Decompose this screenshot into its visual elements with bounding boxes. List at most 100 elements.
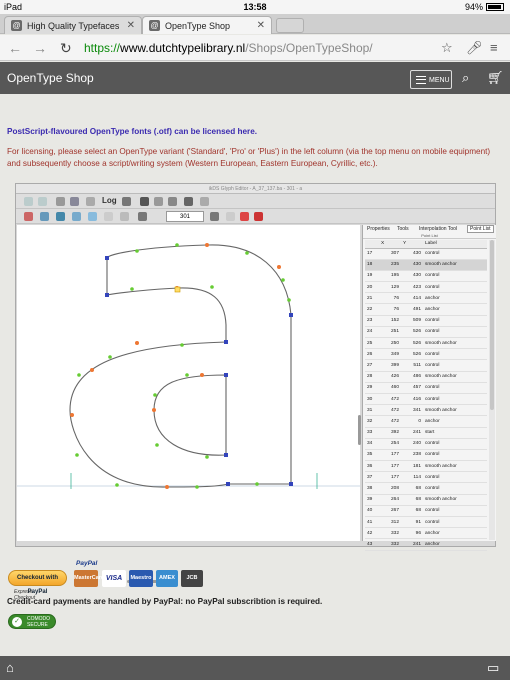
jcb-logo: JCB [181,570,203,587]
point-index: 43 [365,538,379,551]
point-row: 38 208 68 control [365,482,487,495]
point-row: 18 235 430 smooth anchor [365,259,487,271]
url-scheme: https:// [84,41,121,55]
log-label: Log [102,196,117,205]
microphone-icon[interactable]: 🎤︎ [466,40,483,56]
point-index: 35 [365,449,379,462]
font-icon [184,197,193,206]
metrics-icon [154,197,163,206]
point-y: 491 [401,303,423,316]
point-x: 472 [379,393,401,406]
forward-arrow-icon[interactable]: → [33,40,47,56]
point-label: control [423,348,487,361]
tool-icon [40,212,49,221]
shopping-cart-icon[interactable]: 🛒︎ [487,70,504,86]
point-y: 414 [401,292,423,305]
point-index: 29 [365,382,379,394]
point-label: control [423,505,487,518]
point-y: 430 [401,270,423,283]
new-tab-button[interactable] [276,18,304,33]
point-label: anchor [423,415,487,428]
screen-icon[interactable]: ▭ [487,660,499,676]
close-tab-icon[interactable]: ✕ [127,20,135,31]
point-row: 40 267 68 control [365,505,487,518]
point-index: 18 [365,259,379,271]
tool-icon [254,212,263,221]
point-x: 208 [379,482,401,495]
back-arrow-icon[interactable]: ← [8,40,22,56]
search-icon[interactable]: ⌕ [462,70,469,86]
tool-icon [88,212,97,221]
menu-button[interactable]: MENU [410,70,452,89]
point-index: 22 [365,303,379,316]
url-field[interactable]: https://www.dutchtypelibrary.nl/Shops/Op… [84,41,373,55]
clock: 13:58 [243,2,267,12]
bookmark-star-icon[interactable]: ☆ [441,40,453,56]
point-label: smooth anchor [423,494,487,506]
point-row: 22 76 491 anchor [365,303,487,316]
point-row: 29 460 457 control [365,382,487,394]
point-y: 238 [401,449,423,462]
point-y: 241 [401,538,423,551]
point-row: 27 399 511 control [365,359,487,372]
point-x: 250 [379,337,401,350]
panel-scrollbar-thumb [490,240,494,410]
tab-label: High Quality Typefaces [27,21,120,31]
point-x: 152 [379,315,401,327]
panel-tabs: Properties Tools Interpolation Tool Poin… [363,225,496,233]
selected-point [174,286,181,293]
point-x: 235 [379,259,401,271]
point-row: 32 472 0 anchor [365,415,487,428]
site-header: OpenType Shop MENU ⌕ 🛒︎ [0,62,510,94]
point-label: anchor [423,527,487,540]
point-x: 332 [379,527,401,540]
point-row: 42 332 96 anchor [365,527,487,540]
panel-tab-interpolation-tool: Interpolation Tool [419,226,457,232]
point-y: 526 [401,348,423,361]
column-header-y: Y [401,240,423,249]
corner-anchor-points [105,256,293,486]
reload-icon[interactable]: ↻ [60,40,72,57]
point-y: 486 [401,371,423,383]
point-x: 426 [379,371,401,383]
canvas-vertical-scrollbar [358,415,361,445]
point-x: 332 [379,538,401,551]
point-label: control [423,315,487,327]
point-label: control [423,449,487,462]
point-list-panel: Properties Tools Interpolation Tool Poin… [362,225,496,551]
glyph-a-outline [69,244,292,488]
point-index: 17 [365,248,379,260]
point-list-rows: 17 307 430 control 18 235 430 smooth anchor 19 19… [365,248,487,551]
status-bar: iPad 13:58 94% [0,0,510,14]
point-row: 28 426 486 smooth anchor [365,371,487,383]
point-x: 349 [379,348,401,361]
point-x: 267 [379,505,401,518]
point-x: 195 [379,270,401,283]
point-label: control [423,248,487,260]
point-index: 34 [365,438,379,450]
previous-glyph-icon [138,212,147,221]
paypal-checkout-button[interactable]: Checkout with PayPal [8,570,67,595]
point-label: control [423,393,487,406]
tab-opentype-shop[interactable]: @ OpenType Shop ✕ [142,16,272,34]
point-row: 19 195 430 control [365,270,487,283]
panel-scrollbar [489,240,495,540]
point-label: smooth anchor [423,371,487,383]
browser-menu-icon[interactable]: ≡ [490,40,498,55]
point-row: 21 76 414 anchor [365,292,487,305]
home-icon[interactable]: ⌂ [6,660,14,675]
point-row: 41 312 91 control [365,516,487,529]
point-label: control [423,281,487,294]
column-header-x: X [379,240,401,249]
point-x: 472 [379,404,401,417]
point-row: 43 332 241 anchor [365,538,487,551]
tab-high-quality-typefaces[interactable]: @ High Quality Typefaces ✕ [4,16,142,34]
point-y: 509 [401,315,423,327]
point-x: 399 [379,359,401,372]
open-file-icon [38,197,47,206]
point-index: 41 [365,516,379,529]
close-tab-icon[interactable]: ✕ [257,20,265,31]
point-row: 26 349 526 control [365,348,487,361]
visa-logo: VISA [102,570,126,587]
point-y: 181 [401,460,423,473]
